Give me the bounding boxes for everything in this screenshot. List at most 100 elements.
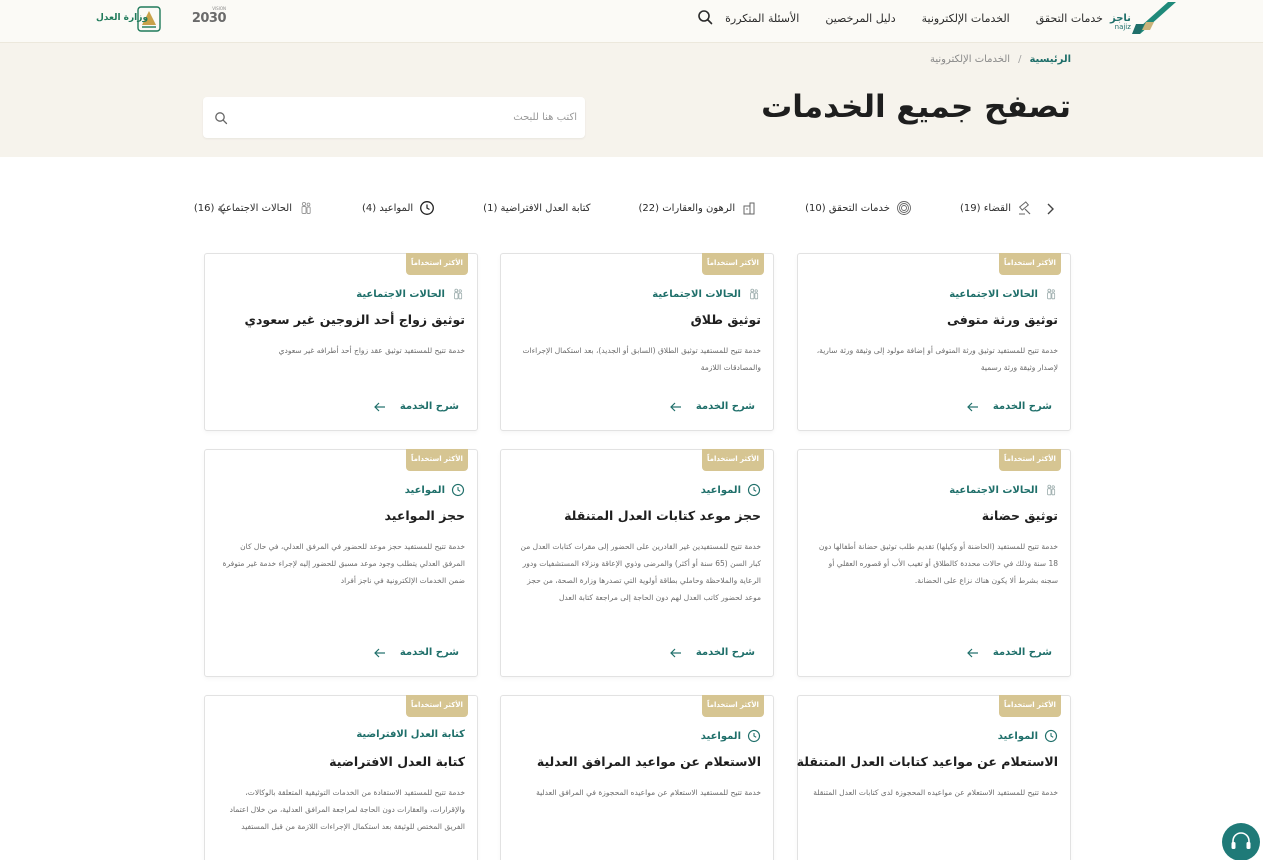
family-icon (1047, 288, 1056, 300)
service-details-link[interactable]: شرح الخدمة (669, 401, 755, 412)
gavel-icon (1018, 201, 1031, 215)
chevron-right-icon[interactable] (1042, 201, 1058, 217)
service-details-link[interactable]: شرح الخدمة (373, 647, 459, 658)
card-description: خدمة تتيح للمستفيد حجز موعد للحضور في ال… (222, 542, 465, 585)
card-category: المواعيد (700, 484, 741, 496)
most-used-badge: الأكثر استخداماً (406, 449, 468, 471)
service-card[interactable]: الأكثر استخداماً كتابة العدل الافتراضية … (204, 695, 478, 860)
link-label: شرح الخدمة (695, 401, 755, 412)
link-label: شرح الخدمة (992, 401, 1052, 412)
arrow-left-icon (966, 648, 978, 657)
brand-latin: najiz (1114, 23, 1131, 31)
najiz-logo[interactable]: ناجز najiz (1110, 0, 1180, 36)
card-category: المواعيد (404, 484, 445, 496)
arrow-left-icon (669, 402, 681, 411)
tab-mortgages-real-estate[interactable]: الرهون والعقارات (22) (638, 200, 757, 216)
clock-icon (747, 729, 761, 743)
main-menu: خدمات التحقق الخدمات الإلكترونية دليل ال… (725, 12, 1103, 25)
support-chat-button[interactable] (1222, 823, 1260, 860)
arrow-left-icon (966, 402, 978, 411)
link-label: شرح الخدمة (695, 647, 755, 658)
ministry-of-justice-logo: وزارة العدل (96, 5, 164, 33)
service-card[interactable]: الأكثر استخداماً الحالات الاجتماعية توثي… (797, 449, 1071, 677)
tab-label: كتابة العدل الافتراضية (1) (483, 202, 591, 214)
service-card[interactable]: الأكثر استخداماً المواعيد حجز المواعيد خ… (204, 449, 478, 677)
breadcrumb-current: الخدمات الإلكترونية (929, 54, 1011, 65)
most-used-badge: الأكثر استخداماً (999, 449, 1061, 471)
most-used-badge: الأكثر استخداماً (702, 449, 764, 471)
nav-item-faq[interactable]: الأسئلة المتكررة (725, 12, 799, 25)
breadcrumb-separator: / (1018, 54, 1022, 65)
card-title: توثيق ورثة متوفى (946, 312, 1058, 327)
link-label: شرح الخدمة (399, 647, 459, 658)
tab-label: الرهون والعقارات (22) (638, 202, 736, 214)
card-category: الحالات الاجتماعية (652, 288, 741, 300)
link-label: شرح الخدمة (399, 401, 459, 412)
card-title: حجز موعد كتابات العدل المتنقلة (564, 508, 761, 523)
tab-judiciary[interactable]: القضاء (19) (960, 200, 1033, 216)
arrow-left-icon (669, 648, 681, 657)
card-title: توثيق حضانة (981, 508, 1058, 523)
tab-appointments[interactable]: المواعيد (4) (362, 200, 435, 216)
search-input[interactable] (245, 97, 585, 138)
most-used-badge: الأكثر استخداماً (406, 695, 468, 717)
card-description: خدمة تتيح للمستفيد توثيق عقد زواج أحد أط… (278, 346, 465, 355)
clock-icon (451, 483, 465, 497)
most-used-badge: الأكثر استخداماً (999, 695, 1061, 717)
tab-label: الحالات الاجتماعية (16) (193, 202, 293, 214)
service-card[interactable]: الأكثر استخداماً المواعيد الاستعلام عن م… (797, 695, 1071, 860)
vision-2030-logo: VISION 2030 (186, 6, 227, 30)
headset-icon (1231, 832, 1251, 849)
card-title: الاستعلام عن مواعيد كتابات العدل المتنقل… (796, 754, 1058, 769)
hero-section: الرئيسية / الخدمات الإلكترونية تصفح جميع… (0, 43, 1263, 157)
card-category: الحالات الاجتماعية (949, 484, 1038, 496)
breadcrumb-home[interactable]: الرئيسية (1029, 54, 1071, 65)
search-icon[interactable] (214, 111, 228, 125)
nav-item-verification-services[interactable]: خدمات التحقق (1036, 12, 1103, 25)
card-description: خدمة تتيح للمستفيد الاستفادة من الخدمات … (229, 788, 465, 831)
clock-icon (1044, 729, 1058, 743)
vision-label: 2030 (191, 11, 227, 26)
family-icon (1047, 484, 1056, 496)
tab-label: خدمات التحقق (10) (805, 202, 890, 214)
card-category: المواعيد (700, 730, 741, 742)
family-icon (454, 288, 463, 300)
most-used-badge: الأكثر استخداماً (999, 253, 1061, 275)
card-title: كتابة العدل الافتراضية (329, 754, 465, 769)
tab-label: المواعيد (4) (362, 202, 414, 214)
service-details-link[interactable]: شرح الخدمة (966, 647, 1052, 658)
tab-social-status[interactable]: الحالات الاجتماعية (16) (194, 200, 314, 216)
service-search (203, 97, 585, 138)
service-card[interactable]: الأكثر استخداماً المواعيد الاستعلام عن م… (500, 695, 774, 860)
service-details-link[interactable]: شرح الخدمة (373, 401, 459, 412)
clock-icon (420, 201, 435, 215)
service-card[interactable]: الأكثر استخداماً الحالات الاجتماعية توثي… (500, 253, 774, 431)
card-title: توثيق طلاق (690, 312, 761, 327)
card-description: خدمة تتيح للمستفيد الاستعلام عن مواعيده … (813, 788, 1058, 797)
service-details-link[interactable]: شرح الخدمة (966, 401, 1052, 412)
card-category: الحالات الاجتماعية (949, 288, 1038, 300)
card-description: خدمة تتيح للمستفيد توثيق ورثة المتوفى أو… (816, 346, 1058, 372)
building-icon (743, 202, 755, 215)
page-title: تصفح جميع الخدمات (761, 89, 1071, 125)
service-details-link[interactable]: شرح الخدمة (669, 647, 755, 658)
service-card[interactable]: الأكثر استخداماً الحالات الاجتماعية توثي… (797, 253, 1071, 431)
card-category: المواعيد (997, 730, 1038, 742)
family-icon (750, 288, 759, 300)
nav-item-licensees-guide[interactable]: دليل المرخصين (825, 12, 895, 25)
top-navbar: ناجز najiz خدمات التحقق الخدمات الإلكترو… (0, 0, 1263, 43)
chevron-left-icon[interactable] (214, 201, 230, 217)
family-icon (301, 201, 311, 214)
arrow-left-icon (373, 648, 385, 657)
card-category: الحالات الاجتماعية (356, 288, 445, 300)
card-description: خدمة تتيح للمستفيد الاستعلام عن مواعيده … (536, 788, 761, 797)
most-used-badge: الأكثر استخداماً (702, 253, 764, 275)
most-used-badge: الأكثر استخداماً (406, 253, 468, 275)
service-card[interactable]: الأكثر استخداماً الحالات الاجتماعية توثي… (204, 253, 478, 431)
nav-item-electronic-services[interactable]: الخدمات الإلكترونية (922, 12, 1010, 25)
tab-verification[interactable]: خدمات التحقق (10) (805, 200, 912, 216)
card-description: خدمة تتيح للمستفيد توثيق الطلاق (السابق … (522, 346, 761, 372)
search-icon[interactable] (697, 9, 713, 25)
tab-virtual-notary[interactable]: كتابة العدل الافتراضية (1) (483, 203, 590, 214)
service-card[interactable]: الأكثر استخداماً المواعيد حجز موعد كتابا… (500, 449, 774, 677)
